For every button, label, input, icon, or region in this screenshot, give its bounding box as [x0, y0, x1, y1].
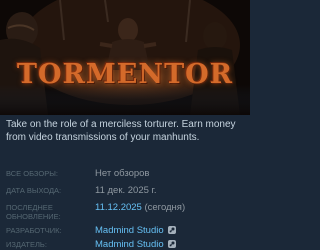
publisher-label: ИЗДАТЕЛЬ:: [6, 240, 47, 249]
last-update-row: ПОСЛЕДНЕЕ ОБНОВЛЕНИЕ: 11.12.2025 (сегодн…: [6, 202, 244, 221]
game-logo-text: TORMENTOR: [16, 59, 234, 90]
game-description: Take on the role of a merciless torturer…: [6, 119, 236, 143]
publisher-value[interactable]: Madmind Studio: [95, 239, 177, 250]
store-card: TORMENTOR Take on the role of a merciles…: [0, 0, 250, 250]
developer-row: РАЗРАБОТЧИК: Madmind Studio: [6, 225, 244, 238]
reviews-value: Нет обзоров: [95, 168, 150, 179]
reviews-row: ВСЕ ОБЗОРЫ: Нет обзоров: [6, 168, 244, 181]
game-capsule-image[interactable]: TORMENTOR: [0, 0, 250, 115]
steam-curator-icon[interactable]: [168, 240, 177, 248]
developer-value[interactable]: Madmind Studio: [95, 225, 177, 237]
release-date-label: ДАТА ВЫХОДА:: [6, 186, 62, 195]
last-update-date[interactable]: 11.12.2025: [95, 202, 142, 213]
last-update-label: ПОСЛЕДНЕЕ ОБНОВЛЕНИЕ:: [6, 203, 61, 221]
last-update-today-note: (сегодня): [144, 202, 186, 213]
developer-label: РАЗРАБОТЧИК:: [6, 226, 62, 235]
steam-curator-icon[interactable]: [168, 226, 177, 234]
last-update-link[interactable]: 11.12.2025 (сегодня): [95, 202, 185, 214]
publisher-row: ИЗДАТЕЛЬ: Madmind Studio: [6, 239, 244, 250]
developer-link[interactable]: Madmind Studio: [95, 225, 164, 236]
game-info-table: ВСЕ ОБЗОРЫ: Нет обзоров ДАТА ВЫХОДА: 11 …: [6, 168, 244, 250]
publisher-link[interactable]: Madmind Studio: [95, 239, 164, 250]
release-date-value: 11 дек. 2025 г.: [95, 185, 157, 196]
game-logo: TORMENTOR: [0, 59, 250, 90]
reviews-label: ВСЕ ОБЗОРЫ:: [6, 169, 58, 178]
capsule-artwork: [0, 0, 250, 115]
release-date-row: ДАТА ВЫХОДА: 11 дек. 2025 г.: [6, 185, 244, 198]
